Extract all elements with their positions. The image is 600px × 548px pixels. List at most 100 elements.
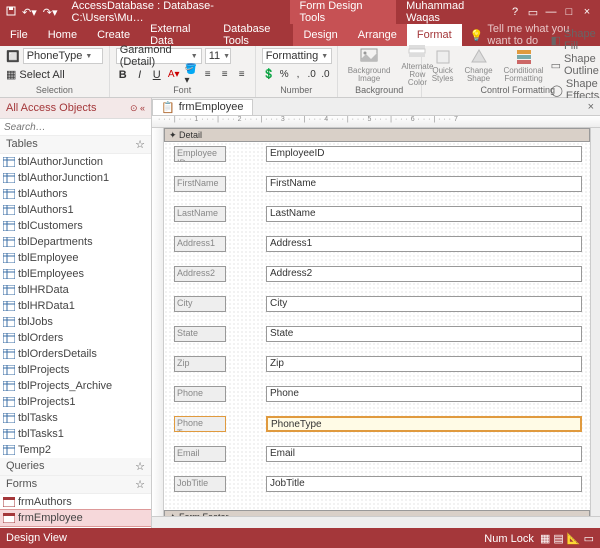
number-format[interactable]: Formatting▼ bbox=[262, 48, 333, 64]
currency-button[interactable]: 💲 bbox=[262, 68, 276, 82]
close-icon[interactable]: × bbox=[580, 6, 594, 18]
shape-outline-button[interactable]: ▭Shape Outline▾ bbox=[551, 53, 600, 77]
field-textbox[interactable]: Address1 bbox=[266, 236, 582, 252]
field-textbox[interactable]: Email bbox=[266, 446, 582, 462]
field-textbox[interactable]: City bbox=[266, 296, 582, 312]
view-buttons[interactable]: ▦ ▤ 📐 ▭ bbox=[540, 533, 594, 545]
quick-styles-button[interactable]: Quick Styles bbox=[428, 46, 458, 85]
align-right-button[interactable]: ≡ bbox=[235, 68, 249, 82]
tab-home[interactable]: Home bbox=[38, 24, 87, 46]
search-input[interactable] bbox=[4, 122, 147, 133]
nav-item-tblprojects[interactable]: tblProjects bbox=[0, 362, 151, 378]
field-label[interactable]: Zip bbox=[174, 356, 226, 372]
design-surface[interactable]: ✦ Detail Employee IDEmployeeIDFirstNameF… bbox=[164, 128, 590, 516]
form-row[interactable]: State State bbox=[168, 326, 586, 344]
form-row[interactable]: City City bbox=[168, 296, 586, 314]
nav-item-frmemployeeinformation[interactable]: frmEmployeeInformation bbox=[0, 526, 151, 528]
nav-item-tbldepartments[interactable]: tblDepartments bbox=[0, 234, 151, 250]
bold-button[interactable]: B bbox=[116, 68, 130, 82]
nav-group[interactable]: Forms☆ bbox=[0, 476, 151, 494]
nav-item-tbltasks[interactable]: tblTasks bbox=[0, 410, 151, 426]
nav-group[interactable]: Tables☆ bbox=[0, 136, 151, 154]
form-row[interactable]: Address2 Address2 bbox=[168, 266, 586, 284]
tab-database-tools[interactable]: Database Tools bbox=[213, 24, 293, 46]
ribbon-options-icon[interactable]: ▭ bbox=[526, 6, 540, 19]
align-center-button[interactable]: ≡ bbox=[218, 68, 232, 82]
horizontal-scrollbar[interactable] bbox=[152, 516, 600, 528]
font-family[interactable]: Garamond (Detail)▼ bbox=[116, 48, 202, 64]
field-label[interactable]: JobTitle bbox=[174, 476, 226, 492]
form-row[interactable]: Zip Zip bbox=[168, 356, 586, 374]
font-size[interactable]: 11▼ bbox=[205, 48, 231, 64]
nav-header[interactable]: All Access Objects⊙ « bbox=[0, 98, 151, 119]
form-row[interactable]: LastName LastName bbox=[168, 206, 586, 224]
align-left-button[interactable]: ≡ bbox=[201, 68, 215, 82]
maximize-icon[interactable]: □ bbox=[562, 6, 576, 18]
save-icon[interactable] bbox=[6, 6, 16, 19]
field-label[interactable]: City bbox=[174, 296, 226, 312]
nav-group[interactable]: Queries☆ bbox=[0, 458, 151, 476]
tab-frmemployee[interactable]: 📋frmEmployee bbox=[152, 99, 253, 115]
field-textbox[interactable]: Address2 bbox=[266, 266, 582, 282]
font-color-button[interactable]: A▾ bbox=[167, 68, 181, 82]
nav-item-tblhrdata[interactable]: tblHRData bbox=[0, 282, 151, 298]
fill-color-button[interactable]: 🪣▾ bbox=[184, 68, 198, 82]
vertical-scrollbar[interactable] bbox=[590, 128, 600, 516]
nav-item-tblemployees[interactable]: tblEmployees bbox=[0, 266, 151, 282]
field-textbox[interactable]: FirstName bbox=[266, 176, 582, 192]
decrease-decimals-button[interactable]: .0 bbox=[320, 68, 331, 82]
nav-item-frmemployee[interactable]: frmEmployee bbox=[0, 510, 151, 526]
field-textbox[interactable]: Zip bbox=[266, 356, 582, 372]
underline-button[interactable]: U bbox=[150, 68, 164, 82]
nav-item-frmauthors[interactable]: frmAuthors bbox=[0, 494, 151, 510]
field-label[interactable]: Phone bbox=[174, 386, 226, 402]
field-textbox[interactable]: PhoneType bbox=[266, 416, 582, 432]
form-row[interactable]: JobTitle JobTitle bbox=[168, 476, 586, 494]
field-label[interactable]: Address2 bbox=[174, 266, 226, 282]
change-shape-button[interactable]: Change Shape bbox=[461, 46, 497, 85]
nav-item-tblprojects1[interactable]: tblProjects1 bbox=[0, 394, 151, 410]
field-label[interactable]: FirstName bbox=[174, 176, 226, 192]
form-row[interactable]: Phone Phone bbox=[168, 386, 586, 404]
nav-item-tblhrdata1[interactable]: tblHRData1 bbox=[0, 298, 151, 314]
form-footer-bar[interactable]: ✦ Form Footer bbox=[164, 510, 590, 516]
undo-icon[interactable]: ↶▾ bbox=[22, 6, 37, 19]
field-label[interactable]: Address1 bbox=[174, 236, 226, 252]
nav-item-tbljobs[interactable]: tblJobs bbox=[0, 314, 151, 330]
field-textbox[interactable]: EmployeeID bbox=[266, 146, 582, 162]
nav-item-tblemployee[interactable]: tblEmployee bbox=[0, 250, 151, 266]
nav-item-tbltasks1[interactable]: tblTasks1 bbox=[0, 426, 151, 442]
field-textbox[interactable]: Phone bbox=[266, 386, 582, 402]
form-row[interactable]: Email Email bbox=[168, 446, 586, 464]
nav-item-tblcustomers[interactable]: tblCustomers bbox=[0, 218, 151, 234]
field-label[interactable]: LastName bbox=[174, 206, 226, 222]
comma-button[interactable]: , bbox=[293, 68, 304, 82]
field-label[interactable]: Email bbox=[174, 446, 226, 462]
italic-button[interactable]: I bbox=[133, 68, 147, 82]
nav-item-tblauthors[interactable]: tblAuthors bbox=[0, 186, 151, 202]
field-textbox[interactable]: State bbox=[266, 326, 582, 342]
select-all-button[interactable]: Select All bbox=[19, 69, 64, 81]
field-textbox[interactable]: LastName bbox=[266, 206, 582, 222]
form-row[interactable]: Address1 Address1 bbox=[168, 236, 586, 254]
field-textbox[interactable]: JobTitle bbox=[266, 476, 582, 492]
shape-fill-button[interactable]: ◧Shape Fill▾ bbox=[551, 28, 600, 52]
field-label[interactable]: Employee ID bbox=[174, 146, 226, 162]
field-label[interactable]: State bbox=[174, 326, 226, 342]
nav-item-tblauthorjunction1[interactable]: tblAuthorJunction1 bbox=[0, 170, 151, 186]
background-image-button[interactable]: Background Image bbox=[344, 46, 395, 85]
tab-create[interactable]: Create bbox=[87, 24, 140, 46]
help-icon[interactable]: ? bbox=[508, 6, 522, 18]
nav-item-tblauthorjunction[interactable]: tblAuthorJunction bbox=[0, 154, 151, 170]
nav-item-tblorders[interactable]: tblOrders bbox=[0, 330, 151, 346]
nav-item-tblauthors1[interactable]: tblAuthors1 bbox=[0, 202, 151, 218]
field-label[interactable]: Phone Type bbox=[174, 416, 226, 432]
nav-item-tblprojects_archive[interactable]: tblProjects_Archive bbox=[0, 378, 151, 394]
percent-button[interactable]: % bbox=[279, 68, 290, 82]
tab-file[interactable]: File bbox=[0, 24, 38, 46]
nav-item-temp2[interactable]: Temp2 bbox=[0, 442, 151, 458]
minimize-icon[interactable]: — bbox=[544, 6, 558, 18]
increase-decimals-button[interactable]: .0 bbox=[306, 68, 317, 82]
close-tab-icon[interactable]: × bbox=[582, 101, 600, 113]
nav-item-tblordersdetails[interactable]: tblOrdersDetails bbox=[0, 346, 151, 362]
